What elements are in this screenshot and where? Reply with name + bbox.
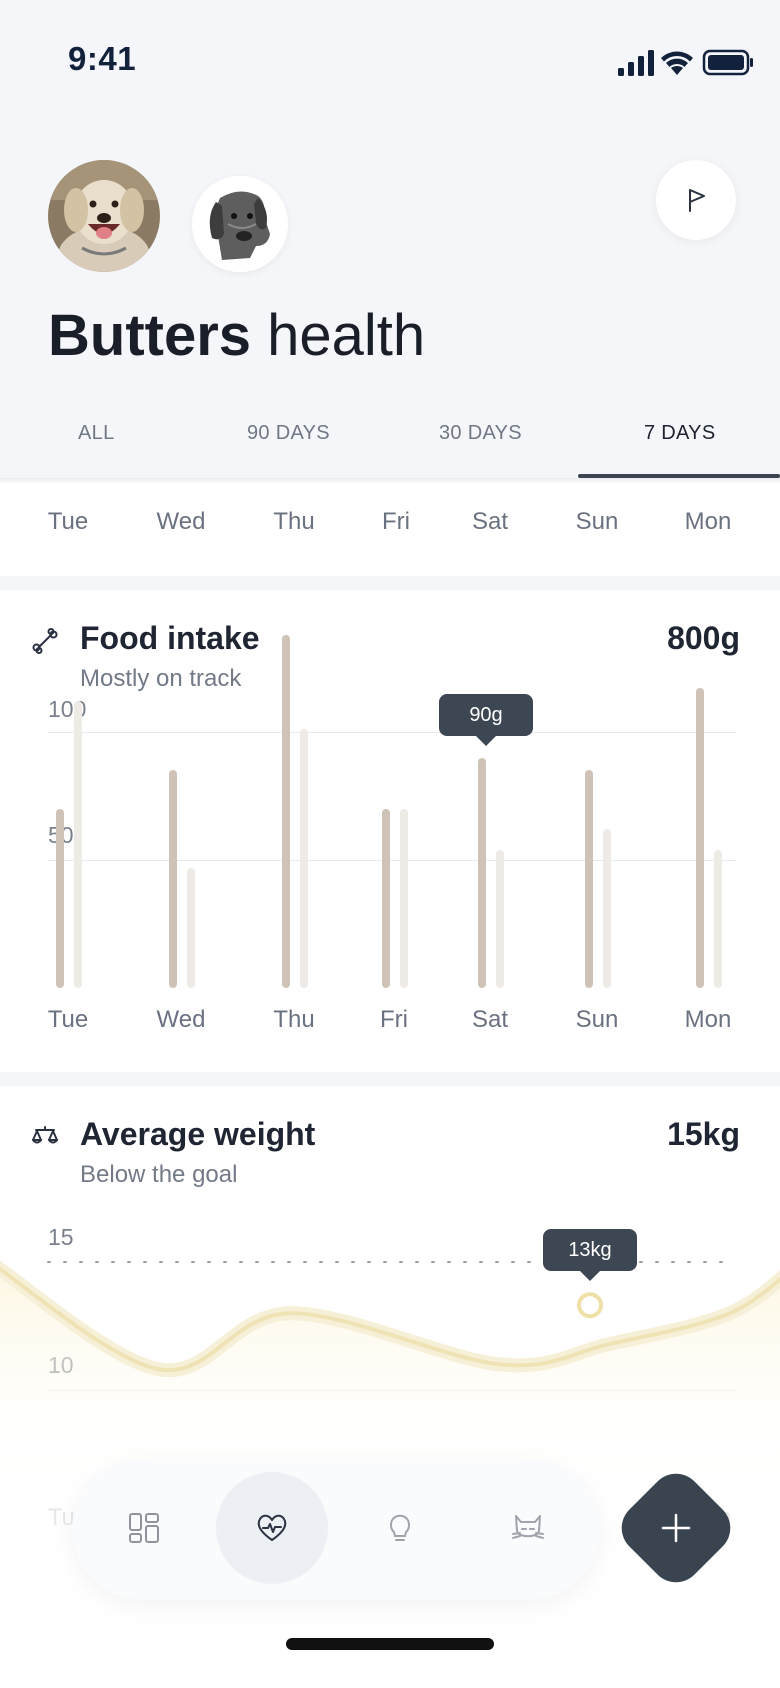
weight-average: 15kg [667,1116,740,1152]
food-x-tick: Mon [684,1006,732,1033]
food-bar-primary [282,634,290,988]
nav-tips[interactable] [370,1498,430,1558]
food-x-tick: Wed [156,1006,206,1033]
food-bar-secondary [603,829,611,988]
food-x-tick: Sun [575,1006,619,1033]
food-bar-secondary [74,701,82,988]
weight-title: Average weight [80,1116,316,1152]
scale-icon [32,1126,58,1144]
food-bar-secondary [714,849,722,988]
weight-tooltip: 13kg [543,1229,637,1282]
nav-dashboard[interactable] [114,1498,174,1558]
food-bar-secondary [496,849,504,988]
home-indicator [286,1638,494,1650]
food-x-tick: Sat [471,1006,509,1033]
weight-tooltip-arrow [580,1271,600,1282]
weight-tooltip-label: 13kg [543,1229,637,1272]
heart-icon [257,1514,287,1541]
nav-pets[interactable] [498,1498,558,1558]
food-x-axis: Tue Wed Thu Fri Sat Sun Mon [0,1006,780,1046]
add-button[interactable] [630,1482,722,1574]
weight-card-icon-wrap [30,1122,60,1157]
cat-icon [512,1515,544,1539]
food-bar-primary [585,770,593,988]
food-bar-primary [382,808,390,988]
dashboard-icon [129,1513,159,1543]
food-tooltip-arrow [476,735,496,746]
food-bar-primary [478,757,486,988]
food-bar-primary [696,688,704,988]
food-bar-primary [56,808,64,988]
food-chart [0,0,780,1000]
food-x-tick: Fri [380,1006,408,1033]
nav-health[interactable] [242,1498,302,1558]
food-tooltip: 90g [439,693,533,746]
section-divider [0,1072,780,1086]
weight-highlight-point [577,1292,603,1319]
plus-icon [661,1513,691,1543]
lightbulb-icon [390,1514,410,1541]
food-bar-secondary [300,729,308,988]
food-x-tick: Tue [47,1006,89,1033]
food-bar-primary [169,770,177,988]
food-tooltip-label: 90g [439,693,533,736]
food-bar-secondary [400,808,408,988]
food-bar-secondary [187,867,195,988]
food-x-tick: Thu [273,1006,315,1033]
